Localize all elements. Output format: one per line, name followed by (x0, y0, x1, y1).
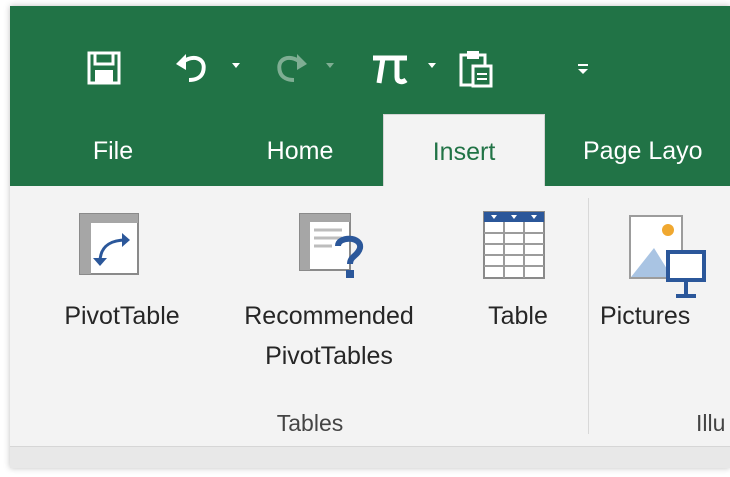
pivottable-button[interactable]: PivotTable (40, 204, 204, 354)
table-label: Table (488, 302, 548, 330)
undo-dropdown-icon[interactable] (232, 63, 240, 68)
illustrations-group-label: Illu (696, 410, 726, 436)
quick-access-toolbar (10, 6, 730, 116)
equation-dropdown-icon[interactable] (428, 63, 436, 68)
formula-bar-area (10, 447, 730, 468)
recommended-label-line1: Recommended (244, 302, 414, 330)
redo-icon (272, 46, 310, 90)
pivottable-icon (79, 213, 139, 275)
tab-page-layout[interactable]: Page Layo (583, 116, 730, 186)
recommended-pivottables-button[interactable]: Recommended PivotTables (214, 204, 444, 414)
pivottable-label: PivotTable (64, 302, 180, 330)
tab-file[interactable]: File (58, 116, 168, 186)
customize-qat-icon[interactable] (576, 46, 590, 90)
paste-icon[interactable] (458, 46, 494, 90)
redo-dropdown-icon (326, 63, 334, 68)
undo-icon[interactable] (173, 46, 211, 90)
recommended-label-line2: PivotTables (265, 342, 393, 370)
recommended-pivottables-icon (299, 213, 363, 278)
pi-icon[interactable] (370, 46, 410, 90)
table-icon (483, 211, 545, 279)
excel-window: File Home Insert Page Layo PivotTable Re… (10, 6, 730, 468)
tab-insert[interactable]: Insert (383, 114, 545, 189)
table-button[interactable]: Table (458, 204, 578, 354)
pictures-icon (629, 215, 706, 298)
ribbon-insert: PivotTable Recommended PivotTables Table… (10, 186, 730, 447)
group-separator (588, 198, 589, 434)
tables-group-label: Tables (276, 410, 344, 436)
tab-home[interactable]: Home (230, 116, 370, 186)
pictures-label: Pictures (600, 302, 691, 330)
pictures-button[interactable]: Pictures (598, 204, 730, 354)
save-icon[interactable] (86, 46, 122, 90)
